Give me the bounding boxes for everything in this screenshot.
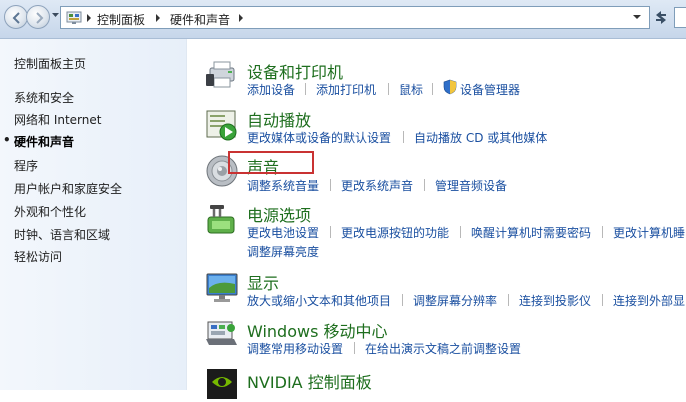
link-separator	[432, 83, 433, 95]
link-adjust-screen-brightness[interactable]: 调整屏幕亮度	[247, 243, 319, 260]
link-separator	[330, 226, 331, 238]
nvidia-icon	[207, 369, 237, 399]
link-resize-text[interactable]: 放大或缩小文本和其他项目	[247, 292, 391, 309]
link-manage-audio-devices[interactable]: 管理音频设备	[435, 177, 507, 194]
sidebar-item-clock-language-region[interactable]: 时钟、语言和区域	[14, 226, 110, 243]
link-change-sleep-time[interactable]: 更改计算机睡	[613, 224, 685, 241]
link-separator	[402, 294, 403, 306]
navigation-bar: 控制面板 硬件和声音	[0, 0, 686, 39]
category-title-power-options[interactable]: 电源选项	[247, 202, 311, 226]
refresh-button[interactable]	[652, 7, 670, 28]
sidebar-item-network-and-internet[interactable]: 网络和 Internet	[14, 111, 101, 128]
search-box[interactable]	[674, 7, 686, 28]
link-separator	[330, 179, 331, 191]
category-title-display[interactable]: 显示	[247, 270, 279, 294]
link-change-battery-settings[interactable]: 更改电池设置	[247, 224, 319, 241]
breadcrumb-separator-icon[interactable]	[155, 14, 161, 22]
link-add-device[interactable]: 添加设备	[247, 81, 295, 98]
link-require-password-on-wakeup[interactable]: 唤醒计算机时需要密码	[471, 224, 591, 241]
link-change-default-media-settings[interactable]: 更改媒体或设备的默认设置	[247, 129, 391, 146]
link-connect-to-projector[interactable]: 连接到投影仪	[519, 292, 591, 309]
address-history-dropdown-icon[interactable]	[633, 15, 641, 20]
link-change-system-sounds[interactable]: 更改系统声音	[341, 177, 413, 194]
address-bar[interactable]: 控制面板 硬件和声音	[60, 6, 650, 29]
link-device-manager[interactable]: 设备管理器	[460, 81, 520, 98]
mobility-center-icon	[206, 321, 237, 345]
breadcrumb-hardware-and-sound[interactable]: 硬件和声音	[170, 11, 230, 28]
category-title-autoplay[interactable]: 自动播放	[247, 107, 311, 131]
back-button[interactable]	[4, 5, 28, 29]
sidebar-item-ease-of-access[interactable]: 轻松访问	[14, 248, 62, 265]
link-adjust-screen-resolution[interactable]: 调整屏幕分辨率	[413, 292, 497, 309]
uac-shield-icon	[443, 79, 457, 95]
link-separator	[354, 342, 355, 354]
link-adjust-system-volume[interactable]: 调整系统音量	[247, 177, 319, 194]
refresh-icon	[656, 11, 666, 24]
link-autoplay-cd[interactable]: 自动播放 CD 或其他媒体	[414, 129, 547, 146]
link-separator	[460, 226, 461, 238]
category-title-devices-and-printers[interactable]: 设备和打印机	[247, 59, 343, 83]
link-add-printer[interactable]: 添加打印机	[316, 81, 376, 98]
printer-icon	[206, 61, 235, 88]
link-mouse[interactable]: 鼠标	[399, 81, 423, 98]
link-separator	[508, 294, 509, 306]
link-connect-external-display[interactable]: 连接到外部显	[613, 292, 685, 309]
link-adjust-mobility-settings[interactable]: 调整常用移动设置	[247, 340, 343, 357]
link-separator	[388, 83, 389, 95]
category-title-windows-mobility-center[interactable]: Windows 移动中心	[247, 318, 388, 342]
back-arrow-icon	[12, 12, 20, 24]
forward-arrow-icon	[36, 12, 44, 24]
sidebar-item-hardware-and-sound[interactable]: 硬件和声音	[14, 133, 74, 150]
link-separator	[305, 83, 306, 95]
breadcrumb-separator-icon[interactable]	[238, 14, 244, 22]
control-panel-icon	[66, 11, 82, 24]
sidebar-item-appearance[interactable]: 外观和个性化	[14, 203, 86, 220]
power-options-icon	[207, 205, 235, 234]
link-change-power-button[interactable]: 更改电源按钮的功能	[341, 224, 449, 241]
link-adjust-presentation-settings[interactable]: 在给出演示文稿之前调整设置	[365, 340, 521, 357]
breadcrumb-separator-icon[interactable]	[86, 14, 92, 22]
forward-button[interactable]	[26, 5, 50, 29]
sidebar-item-control-panel-home[interactable]: 控制面板主页	[14, 55, 86, 72]
current-section-bullet-icon: •	[3, 133, 11, 147]
link-separator	[424, 179, 425, 191]
category-title-nvidia-control-panel[interactable]: NVIDIA 控制面板	[247, 369, 372, 393]
breadcrumb-control-panel[interactable]: 控制面板	[97, 11, 145, 28]
link-separator	[602, 294, 603, 306]
sidebar-item-system-and-security[interactable]: 系统和安全	[14, 89, 74, 106]
display-icon	[206, 273, 238, 302]
link-separator	[403, 131, 404, 143]
recent-pages-dropdown-icon[interactable]	[52, 13, 59, 18]
sidebar-item-programs[interactable]: 程序	[14, 157, 38, 174]
highlight-box-sound	[228, 151, 314, 174]
autoplay-icon	[206, 110, 237, 141]
link-separator	[602, 226, 603, 238]
sidebar-item-user-accounts[interactable]: 用户帐户和家庭安全	[14, 180, 122, 197]
